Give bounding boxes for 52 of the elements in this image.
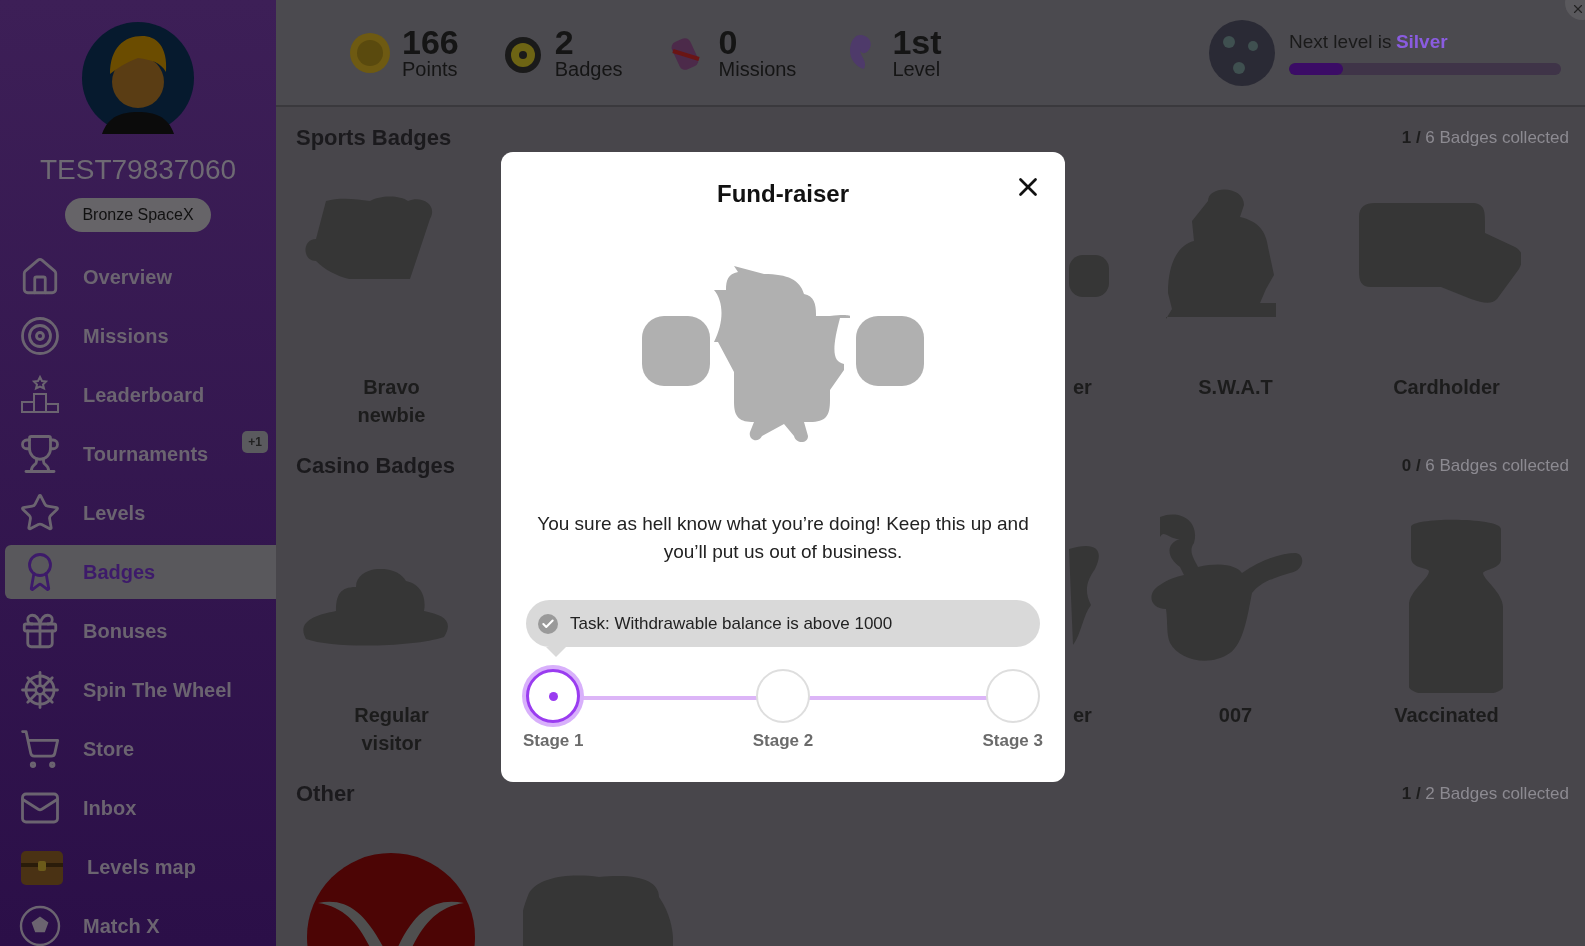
nav-item[interactable]: Leaderboard: [5, 368, 276, 422]
nav-label: Levels map: [87, 855, 196, 879]
cart-icon: [19, 728, 61, 770]
nav-label: Missions: [83, 324, 169, 348]
dialog-description: You sure as hell know what you’re doing! Keep this up and you’ll put us out of business.: [536, 512, 1030, 564]
nav-item[interactable]: Inbox: [5, 781, 276, 835]
close-icon: [1571, 2, 1585, 16]
stage-label: Stage 2: [752, 731, 814, 751]
stat-value: 0: [718, 25, 739, 58]
nav-label: Spin The Wheel: [83, 678, 232, 702]
nav-item[interactable]: Levels: [5, 486, 276, 540]
nav-label: Inbox: [83, 796, 137, 820]
nav-item[interactable]: Match X: [5, 899, 276, 946]
trophy-icon: [19, 433, 61, 475]
planet-icon: [1209, 19, 1275, 86]
nav-item[interactable]: Spin The Wheel: [5, 663, 276, 717]
stage-label: Stage 1: [523, 731, 584, 751]
stat-label: Missions: [718, 57, 797, 80]
dialog-title: Fund-raiser: [717, 180, 849, 208]
stage-label: Stage 3: [982, 731, 1043, 751]
podium-icon: [19, 374, 61, 416]
nav-item[interactable]: Store: [5, 722, 276, 776]
nav-label: Badges: [83, 560, 156, 584]
avatar-icon: [82, 22, 194, 134]
stat-label: Badges: [554, 57, 623, 80]
stage-marker[interactable]: [526, 669, 581, 723]
stat-value: 2: [554, 25, 575, 58]
task-text: Task: Withdrawable balance is above 1000: [570, 613, 893, 634]
stat-value: 1st: [892, 25, 942, 58]
nav-item[interactable]: Bonuses: [5, 604, 276, 658]
nav-item[interactable]: Missions: [5, 309, 276, 363]
wheel-icon: [19, 669, 61, 711]
target-icon: [19, 315, 61, 357]
stat-label: Points: [402, 57, 459, 80]
username: TEST79837060: [39, 154, 237, 186]
nav-label: Tournaments: [83, 442, 209, 466]
nav-label: Bonuses: [83, 619, 168, 643]
count-badge: +1: [242, 431, 268, 453]
stat-label: Level: [892, 57, 942, 80]
coin-icon: [348, 30, 392, 75]
level-name: Silver: [1395, 30, 1448, 52]
nav-item[interactable]: Tournaments +1: [5, 427, 276, 481]
nav-label: Store: [83, 737, 135, 761]
stat-value: 166: [402, 25, 459, 58]
nav-item[interactable]: Overview: [5, 250, 276, 304]
nav-label: Overview: [83, 265, 172, 289]
nav-item[interactable]: Badges: [5, 545, 276, 599]
nav-label: Levels: [83, 501, 146, 525]
nav-label: Leaderboard: [83, 383, 205, 407]
nav-item[interactable]: Levels map: [5, 840, 276, 894]
rank-badge: Bronze SpaceX: [65, 198, 211, 232]
nav-label: Match X: [83, 914, 160, 938]
